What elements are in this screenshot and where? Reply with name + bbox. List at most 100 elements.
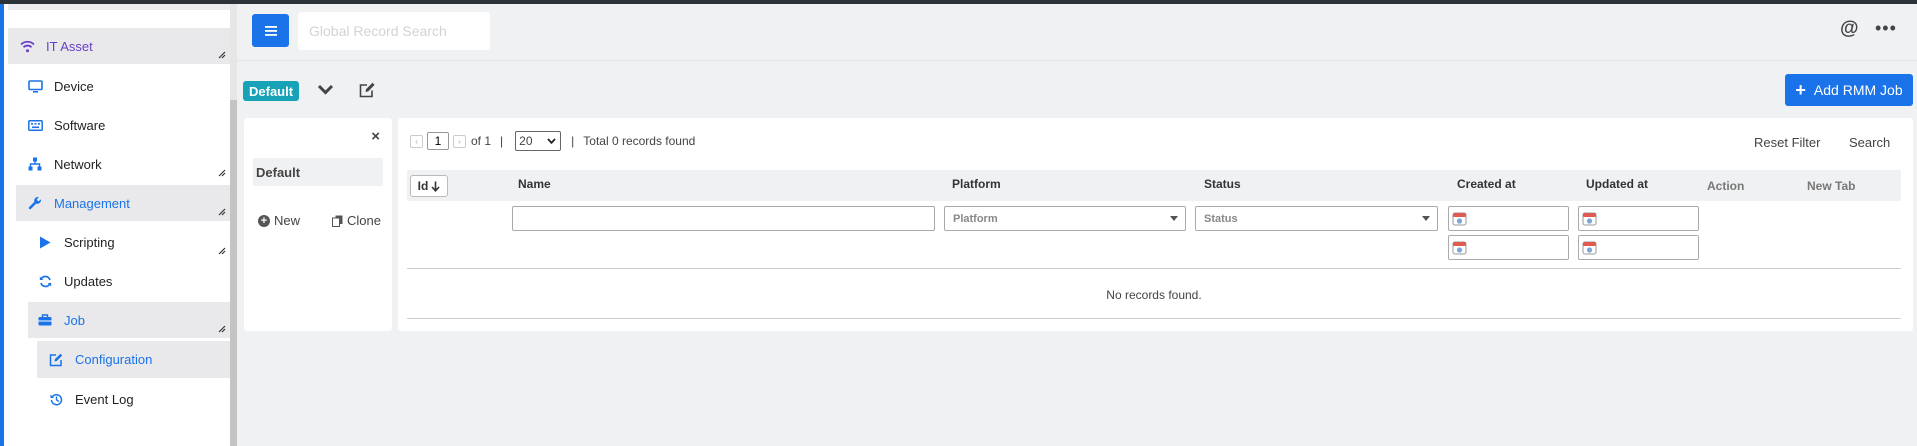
keyboard-icon: [26, 116, 44, 134]
mention-icon[interactable]: @: [1840, 18, 1859, 40]
calendar-icon: [1582, 212, 1597, 226]
clone-view-label: Clone: [347, 213, 381, 228]
sidebar-item-updates[interactable]: Updates: [28, 263, 230, 299]
page-count-text: of 1: [471, 134, 492, 148]
prev-page-button[interactable]: ‹: [410, 134, 423, 148]
status-filter-placeholder: Status: [1204, 212, 1238, 225]
records-panel: ‹ › of 1 | 20 | Total 0 records found Re…: [398, 118, 1913, 331]
copy-icon: [332, 215, 343, 227]
name-filter-input[interactable]: [512, 206, 935, 231]
table-divider: [407, 318, 1901, 319]
saved-views-panel: × Default + New Clone: [244, 118, 392, 331]
table-divider: [407, 268, 1901, 269]
reset-filter-button[interactable]: Reset Filter: [1754, 135, 1820, 150]
close-icon[interactable]: ×: [371, 128, 380, 145]
sidebar-item-label: Updates: [64, 273, 113, 289]
sidebar-scrollbar-thumb[interactable]: [230, 100, 237, 446]
menu-toggle-button[interactable]: [252, 14, 289, 47]
platform-filter-placeholder: Platform: [953, 212, 998, 225]
toolbox-icon: [36, 311, 54, 329]
column-header-id: Id: [417, 179, 429, 193]
sidebar-item-label: Device: [54, 78, 94, 94]
sidebar-item-scripting[interactable]: Scripting: [28, 224, 230, 260]
expand-corner-icon: [218, 51, 226, 59]
sidebar-item-event-log[interactable]: Event Log: [37, 381, 230, 417]
page-number-input[interactable]: [427, 132, 449, 150]
page-size-select[interactable]: 20: [515, 131, 562, 151]
arrow-down-icon: [431, 181, 440, 192]
column-header-new-tab: New Tab: [1807, 179, 1856, 193]
column-header-status[interactable]: Status: [1204, 177, 1241, 191]
hamburger-icon: [264, 25, 277, 36]
column-header-platform[interactable]: Platform: [952, 177, 1001, 191]
add-rmm-job-button[interactable]: + Add RMM Job: [1785, 74, 1913, 106]
add-rmm-job-label: Add RMM Job: [1813, 82, 1903, 98]
clone-view-button[interactable]: Clone: [332, 213, 381, 228]
wifi-icon: [18, 37, 36, 55]
column-header-name[interactable]: Name: [518, 177, 551, 191]
sync-icon: [36, 272, 54, 290]
edit-view-button[interactable]: [359, 82, 377, 100]
sidebar-item-it-asset[interactable]: IT Asset: [8, 28, 230, 64]
circle-plus-icon: +: [258, 214, 270, 227]
history-icon: [47, 390, 65, 408]
expand-corner-icon: [218, 208, 226, 216]
empty-table-message: No records found.: [1106, 288, 1202, 302]
plus-icon: +: [1795, 80, 1806, 100]
pager-separator: |: [500, 134, 504, 148]
sidebar-item-label: Job: [64, 312, 85, 328]
sidebar-item-software[interactable]: Software: [16, 107, 230, 143]
platform-filter-select[interactable]: Platform: [944, 206, 1186, 231]
sidebar-item-configuration[interactable]: Configuration: [37, 341, 230, 378]
sidebar-item-label: Software: [54, 117, 106, 133]
global-search-input[interactable]: [298, 12, 490, 50]
column-header-created-at[interactable]: Created at: [1457, 177, 1516, 191]
sidebar-item-network[interactable]: Network: [16, 146, 230, 182]
play-icon: [36, 233, 54, 251]
updated-at-from-input[interactable]: [1578, 206, 1699, 231]
sidebar: IT Asset Device Software Network Managem…: [0, 4, 237, 446]
sidebar-item-device[interactable]: Device: [16, 68, 230, 104]
next-page-button[interactable]: ›: [453, 134, 466, 148]
calendar-icon: [1452, 212, 1467, 226]
network-icon: [26, 155, 44, 173]
header-divider: [237, 60, 1917, 61]
sidebar-item-management[interactable]: Management: [16, 185, 230, 221]
sort-id-button[interactable]: Id: [410, 175, 448, 197]
sidebar-item-job[interactable]: Job: [28, 302, 230, 338]
more-options-icon[interactable]: •••: [1875, 18, 1897, 39]
wrench-icon: [26, 194, 44, 212]
sidebar-previous-item[interactable]: [8, 4, 230, 10]
status-filter-select[interactable]: Status: [1195, 206, 1438, 231]
current-view-badge[interactable]: Default: [243, 81, 300, 101]
calendar-icon: [1452, 241, 1467, 255]
edit-icon: [359, 82, 375, 98]
created-at-from-input[interactable]: [1448, 206, 1569, 231]
edit-icon: [47, 351, 65, 369]
search-button[interactable]: Search: [1849, 135, 1890, 150]
sidebar-item-label: IT Asset: [46, 38, 93, 54]
pagination: ‹ › of 1 | 20 | Total 0 records found: [410, 131, 695, 151]
created-at-to-input[interactable]: [1448, 235, 1569, 260]
monitor-icon: [26, 77, 44, 95]
sidebar-item-label: Event Log: [75, 391, 134, 407]
table-header: Id Name Platform Status Created at Updat…: [407, 170, 1901, 201]
sidebar-item-label: Network: [54, 156, 102, 172]
pager-separator: |: [571, 134, 575, 148]
total-records-text: Total 0 records found: [583, 134, 696, 148]
page-size-value: 20: [519, 134, 533, 148]
saved-view-default[interactable]: Default: [253, 158, 383, 186]
view-dropdown-button[interactable]: [317, 83, 337, 101]
calendar-icon: [1582, 241, 1597, 255]
updated-at-to-input[interactable]: [1578, 235, 1699, 260]
caret-down-icon: [1170, 216, 1178, 221]
column-header-action: Action: [1707, 179, 1745, 193]
top-border: [0, 0, 1917, 4]
expand-corner-icon: [218, 169, 226, 177]
caret-down-icon: [1422, 216, 1430, 221]
column-header-updated-at[interactable]: Updated at: [1586, 177, 1648, 191]
new-view-button[interactable]: + New: [258, 213, 300, 228]
chevron-down-icon: [547, 138, 556, 144]
sidebar-item-label: Management: [54, 195, 130, 211]
sidebar-item-label: Configuration: [75, 352, 153, 367]
